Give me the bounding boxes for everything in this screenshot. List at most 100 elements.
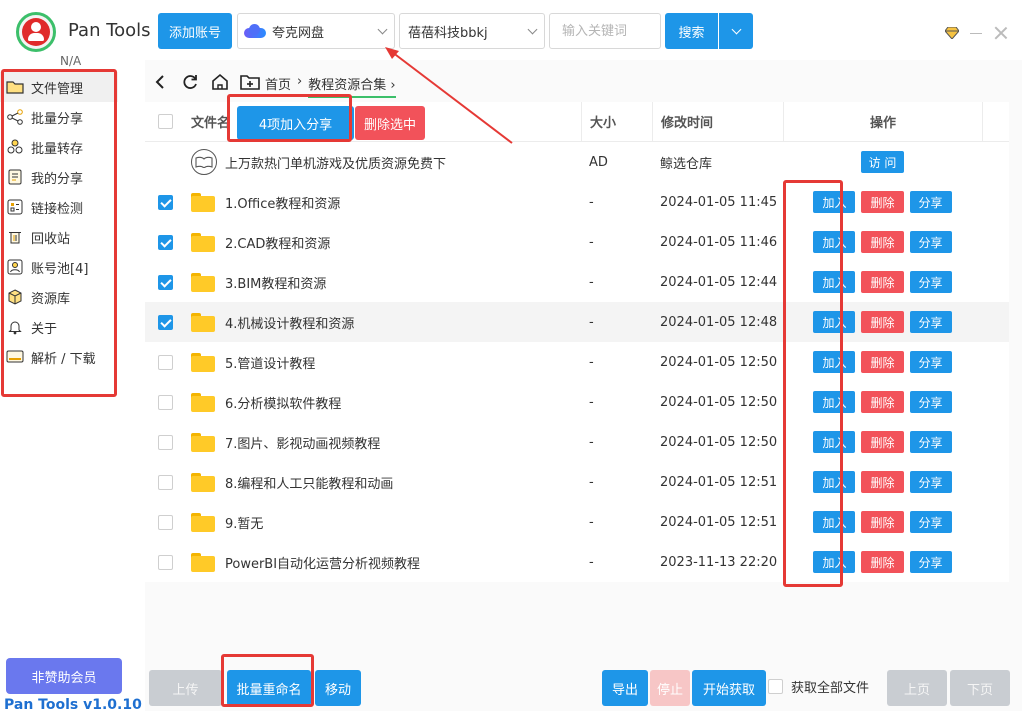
file-name[interactable]: 9.暂无 [225,513,263,532]
delete-button[interactable]: 删除 [861,471,904,493]
fetch-all-toggle[interactable]: 获取全部文件 [768,677,869,696]
move-button[interactable]: 移动 [315,670,361,706]
file-name[interactable]: 2.CAD教程和资源 [225,233,330,252]
drive-select[interactable]: 夸克网盘 [237,13,395,49]
file-name[interactable]: 5.管道设计教程 [225,353,315,372]
delete-button[interactable]: 删除 [861,551,904,573]
add-button[interactable]: 加入 [813,231,856,253]
export-button[interactable]: 导出 [602,670,648,706]
share-button[interactable]: 分享 [909,391,952,413]
row-checkbox[interactable] [157,394,173,410]
sidebar-item-parse-download[interactable]: 解析 / 下载 [0,342,118,372]
upload-button[interactable]: 上传 [149,670,222,706]
add-button[interactable]: 加入 [813,471,856,493]
add-button[interactable]: 加入 [813,311,856,333]
table-row[interactable]: 2.CAD教程和资源 - 2024-01-05 11:46 加入 删除 分享 [145,222,1009,262]
add-button[interactable]: 加入 [813,271,856,293]
add-account-button[interactable]: 添加账号 [158,13,232,49]
diamond-icon[interactable] [945,27,959,39]
sidebar-item-account-pool[interactable]: 账号池[4] [0,252,118,282]
delete-button[interactable]: 删除 [861,431,904,453]
file-name[interactable]: 4.机械设计教程和资源 [225,313,354,332]
select-all-checkbox[interactable] [157,114,173,129]
table-row[interactable]: 7.图片、影视动画视频教程 - 2024-01-05 12:50 加入 删除 分享 [145,422,1009,462]
prev-page-button[interactable]: 上页 [887,670,947,706]
sidebar-item-link-check[interactable]: 链接检测 [0,192,118,222]
file-name[interactable]: 6.分析模拟软件教程 [225,393,341,412]
home-icon[interactable] [210,72,230,92]
row-checkbox[interactable] [157,234,173,250]
share-button[interactable]: 分享 [909,551,952,573]
visit-button[interactable]: 访 问 [860,151,905,173]
file-name[interactable]: PowerBI自动化运营分析视频教程 [225,553,420,572]
table-row[interactable]: 3.BIM教程和资源 - 2024-01-05 12:44 加入 删除 分享 [145,262,1009,302]
sidebar-item-batch-share[interactable]: 批量分享 [0,102,118,132]
search-dropdown-button[interactable] [719,13,753,49]
share-button[interactable]: 分享 [909,271,952,293]
row-checkbox[interactable] [157,194,173,210]
share-button[interactable]: 分享 [909,351,952,373]
share-button[interactable]: 分享 [909,311,952,333]
file-name[interactable]: 1.Office教程和资源 [225,193,340,212]
delete-button[interactable]: 删除 [861,511,904,533]
add-button[interactable]: 加入 [813,551,856,573]
row-checkbox[interactable] [157,434,173,450]
batch-rename-button[interactable]: 批量重命名 [227,670,311,706]
sidebar-item-about[interactable]: 关于 [0,312,118,342]
table-row[interactable]: 1.Office教程和资源 - 2024-01-05 11:45 加入 删除 分享 [145,182,1009,222]
share-button[interactable]: 分享 [909,511,952,533]
delete-button[interactable]: 删除 [861,271,904,293]
file-name[interactable]: 8.编程和人工只能教程和动画 [225,473,393,492]
row-checkbox[interactable] [157,514,173,530]
sidebar-item-recycle-bin[interactable]: 回收站 [0,222,118,252]
delete-button[interactable]: 删除 [861,231,904,253]
share-button[interactable]: 分享 [909,191,952,213]
refresh-icon[interactable] [180,72,200,92]
breadcrumb-home[interactable]: 首页 [265,74,291,98]
table-row[interactable]: 4.机械设计教程和资源 - 2024-01-05 12:48 加入 删除 分享 [145,302,1009,342]
add-button[interactable]: 加入 [813,511,856,533]
breadcrumb-current[interactable]: 教程资源合集 › [308,74,396,98]
add-to-share-button[interactable]: 4项加入分享 [237,106,354,140]
share-button[interactable]: 分享 [909,231,952,253]
add-button[interactable]: 加入 [813,351,856,373]
search-button[interactable]: 搜索 [665,13,718,49]
sponsor-member-button[interactable]: 非赞助会员 [6,658,122,694]
add-button[interactable]: 加入 [813,431,856,453]
row-checkbox[interactable] [157,274,173,290]
next-page-button[interactable]: 下页 [950,670,1010,706]
share-button[interactable]: 分享 [909,471,952,493]
table-row[interactable]: 5.管道设计教程 - 2024-01-05 12:50 加入 删除 分享 [145,342,1009,382]
table-row[interactable]: 6.分析模拟软件教程 - 2024-01-05 12:50 加入 删除 分享 [145,382,1009,422]
delete-button[interactable]: 删除 [861,391,904,413]
fetch-all-checkbox[interactable] [768,679,783,694]
delete-button[interactable]: 删除 [861,191,904,213]
sidebar-item-batch-transfer[interactable]: 批量转存 [0,132,118,162]
back-arrow-icon[interactable] [150,72,170,92]
row-checkbox[interactable] [157,314,173,330]
start-fetch-button[interactable]: 开始获取 [692,670,766,706]
stop-button[interactable]: 停止 [650,670,690,706]
close-icon[interactable] [993,25,1009,41]
new-folder-icon[interactable] [240,72,260,92]
share-button[interactable]: 分享 [909,431,952,453]
table-row[interactable]: 8.编程和人工只能教程和动画 - 2024-01-05 12:51 加入 删除 分享 [145,462,1009,502]
minimize-icon[interactable] [970,33,982,34]
sidebar-item-my-shares[interactable]: 我的分享 [0,162,118,192]
table-row[interactable]: PowerBI自动化运营分析视频教程 - 2023-11-13 22:20 加入 删除分… [145,542,1009,582]
sidebar-item-resource-library[interactable]: 资源库 [0,282,118,312]
row-checkbox[interactable] [157,554,173,570]
add-button[interactable]: 加入 [813,191,856,213]
header-time[interactable]: 修改时间 [653,112,783,131]
file-name[interactable]: 3.BIM教程和资源 [225,273,326,292]
keyword-input[interactable] [549,13,661,49]
table-row[interactable]: 9.暂无 - 2024-01-05 12:51 加入 删除 分享 [145,502,1009,542]
row-checkbox[interactable] [157,474,173,490]
account-select[interactable]: 蓓蓓科技bbkj [399,13,545,49]
header-size[interactable]: 大小 [582,112,652,131]
add-button[interactable]: 加入 [813,391,856,413]
sidebar-item-files[interactable]: 文件管理 [0,72,118,102]
file-name[interactable]: 7.图片、影视动画视频教程 [225,433,380,452]
delete-button[interactable]: 删除 [861,311,904,333]
row-checkbox[interactable] [157,354,173,370]
